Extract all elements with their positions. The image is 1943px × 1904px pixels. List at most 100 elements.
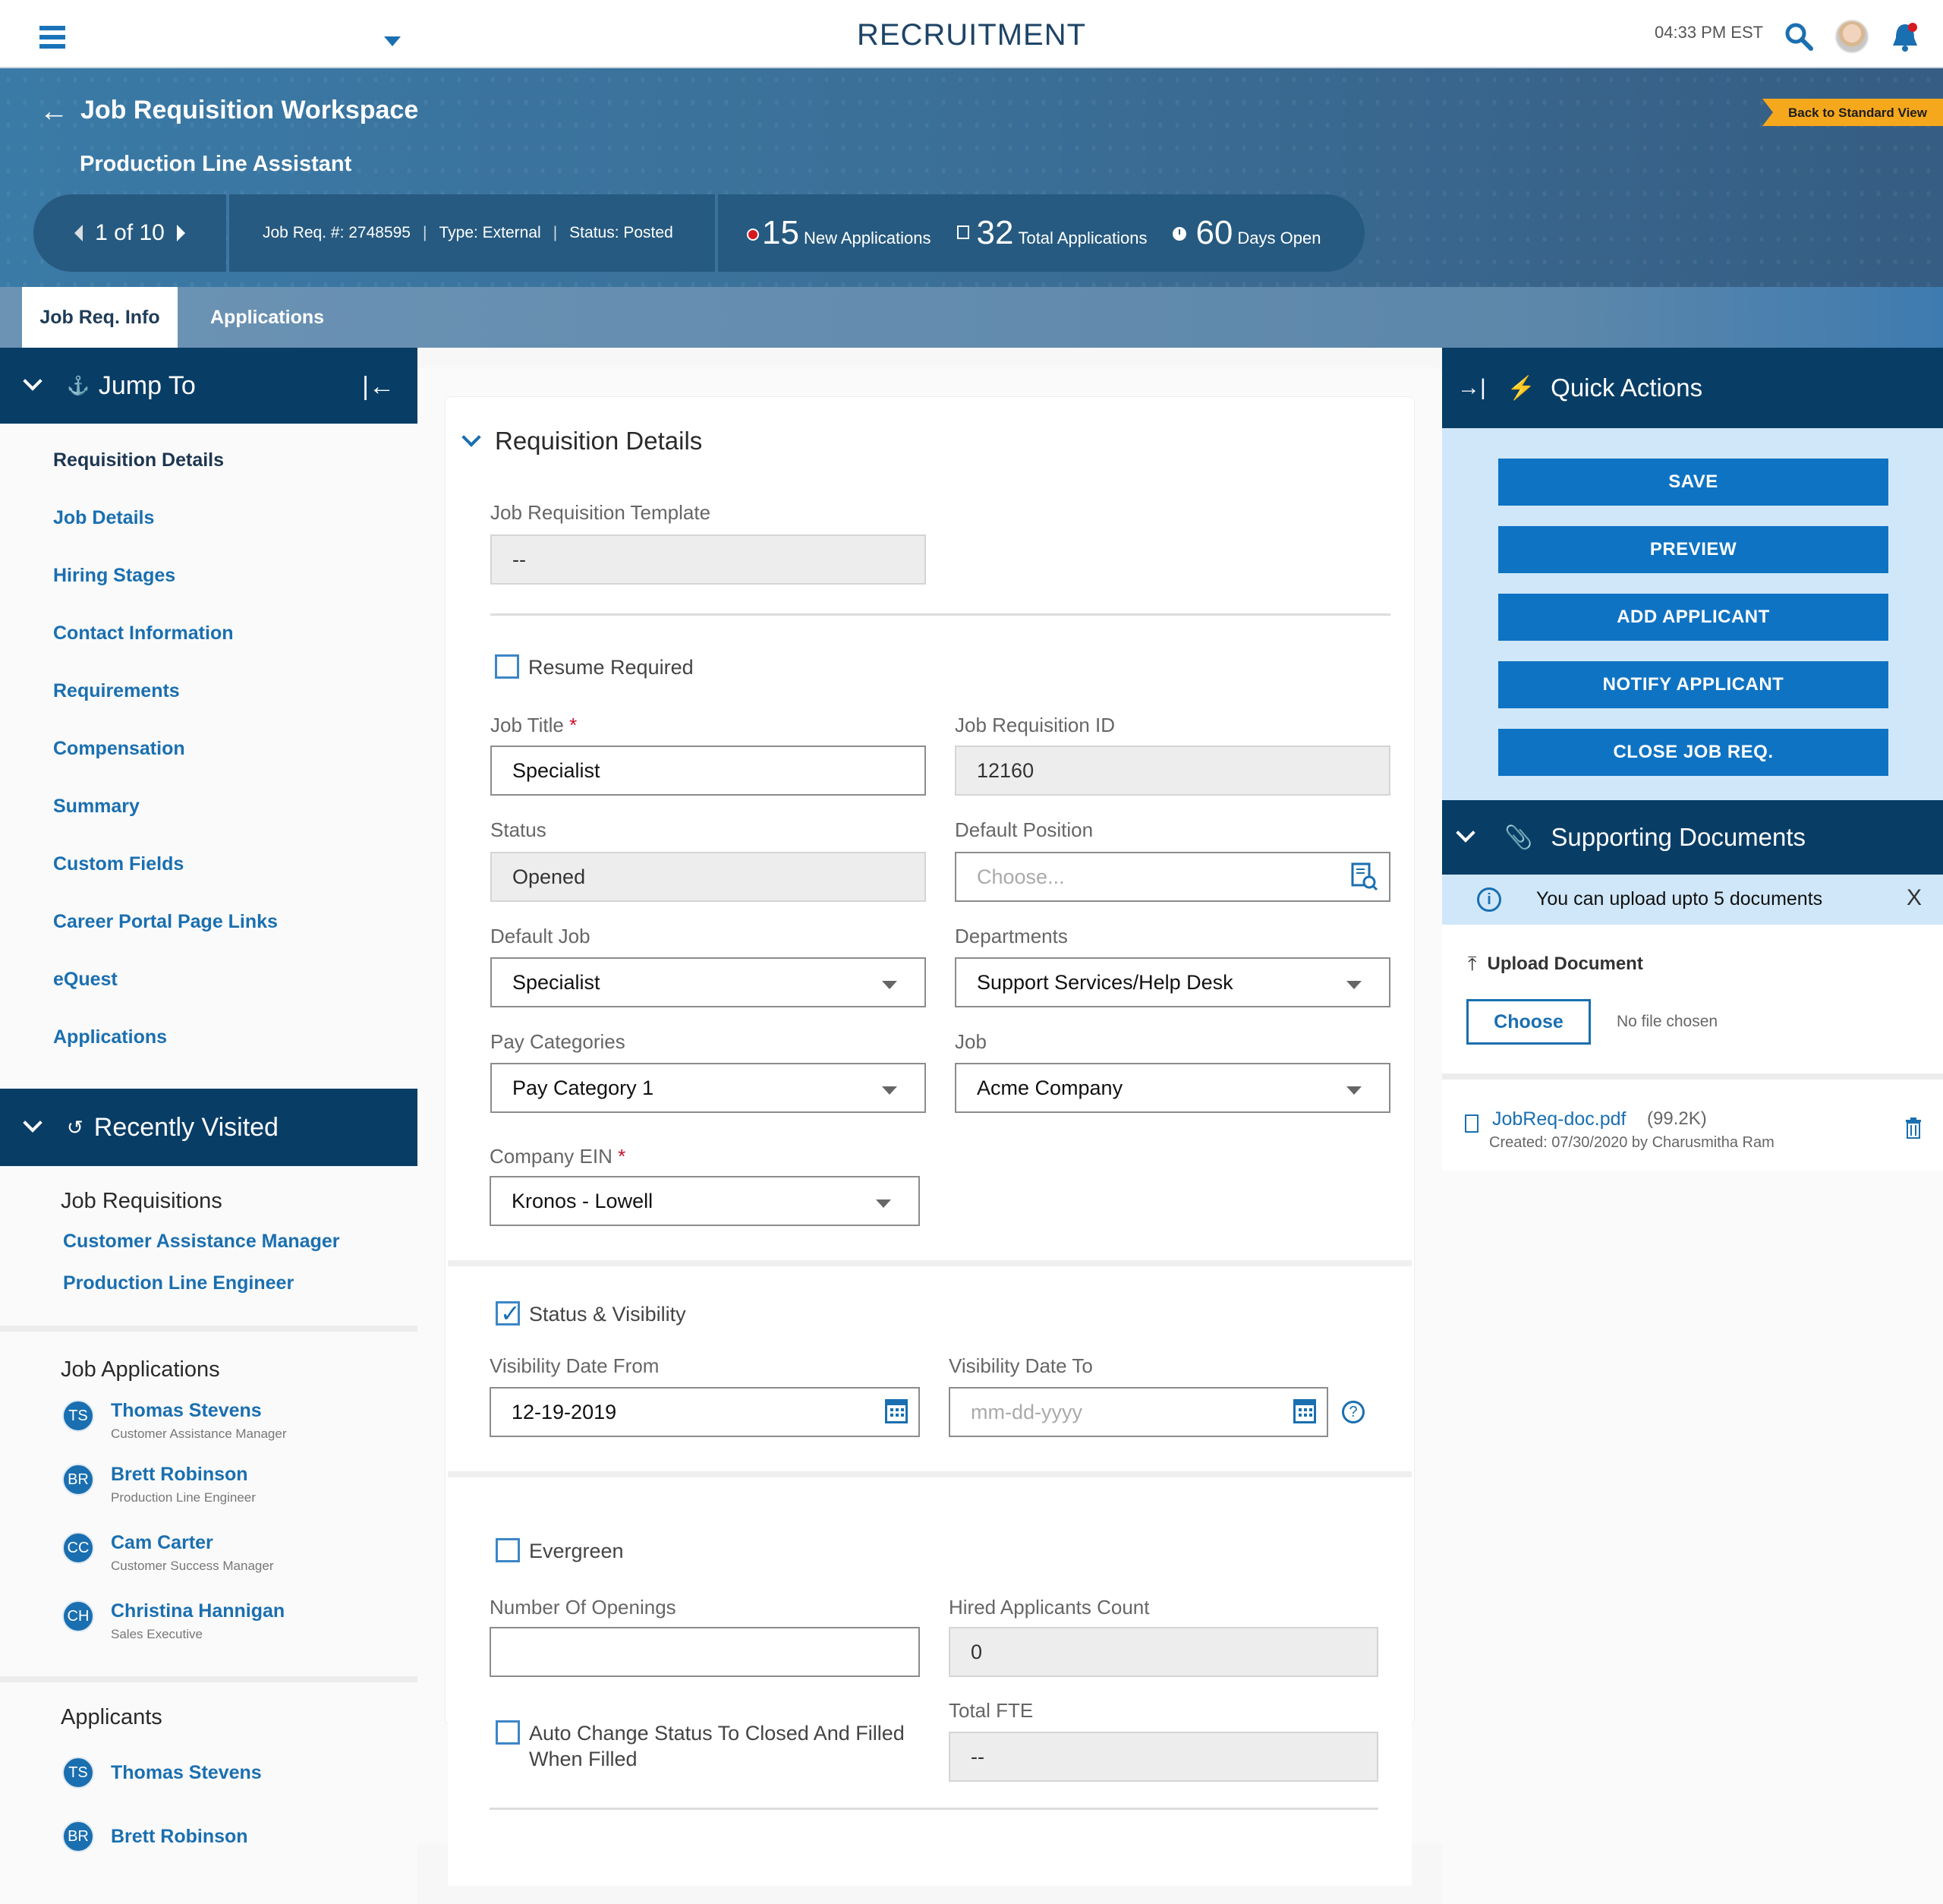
stat-total-applications[interactable]: 32 Total Applications [956,214,1147,252]
chevron-down-icon[interactable] [461,427,481,447]
field-label: Number Of Openings [490,1596,676,1619]
trash-icon[interactable] [1905,1117,1922,1139]
search-icon[interactable] [1784,21,1814,52]
calendar-icon[interactable] [885,1399,908,1423]
recent-application-item[interactable]: TS Thomas Stevens Customer Assistance Ma… [62,1400,287,1442]
default-position-input[interactable]: Choose... [955,852,1390,902]
resume-required-checkbox[interactable]: Resume Required [495,654,694,680]
jump-item-hiring-stages[interactable]: Hiring Stages [0,550,417,607]
placeholder: mm-dd-yyyy [971,1401,1082,1423]
job-title-input[interactable]: Specialist [490,746,926,796]
choose-file-button[interactable]: Choose [1466,999,1591,1045]
paperclip-icon: 📎 [1504,824,1533,850]
stat-new-applications[interactable]: 15 New Applications [747,214,931,252]
jump-item-requirements[interactable]: Requirements [0,665,417,723]
recent-job-requisitions: Job Requisitions Customer Assistance Man… [0,1189,417,1294]
back-to-standard-view-button[interactable]: Back to Standard View [1762,99,1943,126]
auto-change-status-checkbox[interactable]: Auto Change Status To Closed And Filled … [496,1720,921,1772]
jump-item-contact-information[interactable]: Contact Information [0,607,417,665]
recent-job-req-link[interactable]: Customer Assistance Manager [0,1231,417,1253]
expand-right-icon[interactable]: →| [1457,375,1486,401]
previous-arrow-icon[interactable] [74,225,83,241]
pay-categories-select[interactable]: Pay Category 1 [490,1063,926,1113]
selected-value: Kronos - Lowell [512,1190,653,1212]
checkbox-box[interactable] [495,654,519,679]
label-text: Company EIN [490,1145,613,1168]
checkbox-box[interactable] [496,1720,520,1745]
calendar-icon[interactable] [1293,1399,1316,1423]
jump-to-list: Requisition Details Job Details Hiring S… [0,424,417,1069]
date-value: 12-19-2019 [512,1401,617,1423]
recent-job-req-link[interactable]: Production Line Engineer [0,1272,417,1294]
jump-to-header[interactable]: ⚓ Jump To |← [0,348,417,424]
chevron-down-icon[interactable] [1456,823,1475,843]
jump-to-title: Jump To [98,370,196,400]
evergreen-checkbox[interactable]: Evergreen [496,1538,624,1564]
person-role: Production Line Engineer [111,1490,256,1505]
lookup-search-icon[interactable] [1351,862,1378,891]
app-root: RECRUITMENT 04:33 PM EST ← Job Requisiti… [0,0,1943,1904]
recent-application-item[interactable]: CC Cam Carter Customer Success Manager [62,1532,273,1574]
tab-bar: Job Req. Info Applications [0,287,1943,348]
person-name: Thomas Stevens [111,1400,262,1421]
bell-icon[interactable] [1890,21,1920,53]
status-visibility-checkbox[interactable]: Status & Visibility [496,1299,686,1328]
jump-item-compensation[interactable]: Compensation [0,723,417,780]
notify-applicant-button[interactable]: NOTIFY APPLICANT [1498,661,1888,708]
close-icon[interactable]: X [1907,885,1922,911]
job-title-subheading: Production Line Assistant [80,152,352,176]
user-avatar[interactable] [1835,20,1869,53]
default-job-select[interactable]: Specialist [490,957,926,1007]
recent-application-item[interactable]: CH Christina Hannigan Sales Executive [62,1600,285,1642]
total-fte-field: -- [949,1732,1378,1782]
jump-item-applications[interactable]: Applications [0,1011,417,1069]
file-name-link[interactable]: JobReq-doc.pdf [1492,1108,1627,1130]
chevron-down-icon[interactable] [23,1113,43,1133]
field-label: Total FTE [949,1699,1034,1722]
tab-job-req-info[interactable]: Job Req. Info [22,287,178,348]
job-select[interactable]: Acme Company [955,1063,1390,1113]
jump-item-summary[interactable]: Summary [0,780,417,838]
recently-visited-header[interactable]: ↺ Recently Visited [0,1089,417,1166]
lightning-icon: ⚡ [1507,375,1536,401]
recent-applicant-item[interactable]: BR Brett Robinson [62,1820,248,1852]
workspace-title: Job Requisition Workspace [80,96,419,125]
jump-item-job-details[interactable]: Job Details [0,492,417,550]
preview-button[interactable]: PREVIEW [1498,526,1888,573]
avatar: CC [62,1532,94,1564]
stat-value: 60 [1195,214,1233,251]
stat-days-open: 60 Days Open [1173,214,1321,252]
visibility-date-to-input[interactable]: mm-dd-yyyy [949,1387,1328,1437]
tab-applications[interactable]: Applications [210,287,324,348]
departments-select[interactable]: Support Services/Help Desk [955,957,1390,1007]
number-of-openings-input[interactable] [490,1627,920,1677]
field-label: Job Requisition ID [955,714,1115,736]
field-label: Job Requisition Template [490,501,711,524]
collapse-left-icon[interactable]: |← [362,374,395,399]
recent-application-item[interactable]: BR Brett Robinson Production Line Engine… [62,1464,256,1505]
section-heading: Job Applications [61,1357,220,1382]
checkbox-label: Auto Change Status To Closed And Filled … [529,1722,905,1770]
section-divider [448,1260,1412,1266]
checkbox-box[interactable] [496,1538,520,1562]
next-arrow-icon[interactable] [176,225,185,241]
jump-item-equest[interactable]: eQuest [0,954,417,1011]
dropdown-arrow-icon [882,981,897,989]
back-arrow-icon[interactable]: ← [39,97,68,126]
save-button[interactable]: SAVE [1498,459,1888,506]
visibility-date-from-input[interactable]: 12-19-2019 [490,1387,920,1437]
jump-item-requisition-details[interactable]: Requisition Details [0,434,417,492]
jump-item-career-portal-page-links[interactable]: Career Portal Page Links [0,896,417,954]
recent-applicant-item[interactable]: TS Thomas Stevens [62,1757,262,1789]
supporting-documents-header[interactable]: 📎 Supporting Documents [1442,800,1943,875]
section-header-requisition-details[interactable]: Requisition Details [461,427,702,456]
checkbox-box[interactable] [496,1299,521,1328]
dropdown-arrow-icon [882,1086,897,1095]
job-requisition-id-field: 12160 [955,746,1390,796]
help-icon[interactable]: ? [1342,1401,1365,1423]
jump-item-custom-fields[interactable]: Custom Fields [0,838,417,896]
chevron-down-icon[interactable] [23,371,43,391]
close-job-req-button[interactable]: CLOSE JOB REQ. [1498,729,1888,776]
company-ein-select[interactable]: Kronos - Lowell [490,1176,920,1226]
add-applicant-button[interactable]: ADD APPLICANT [1498,594,1888,641]
